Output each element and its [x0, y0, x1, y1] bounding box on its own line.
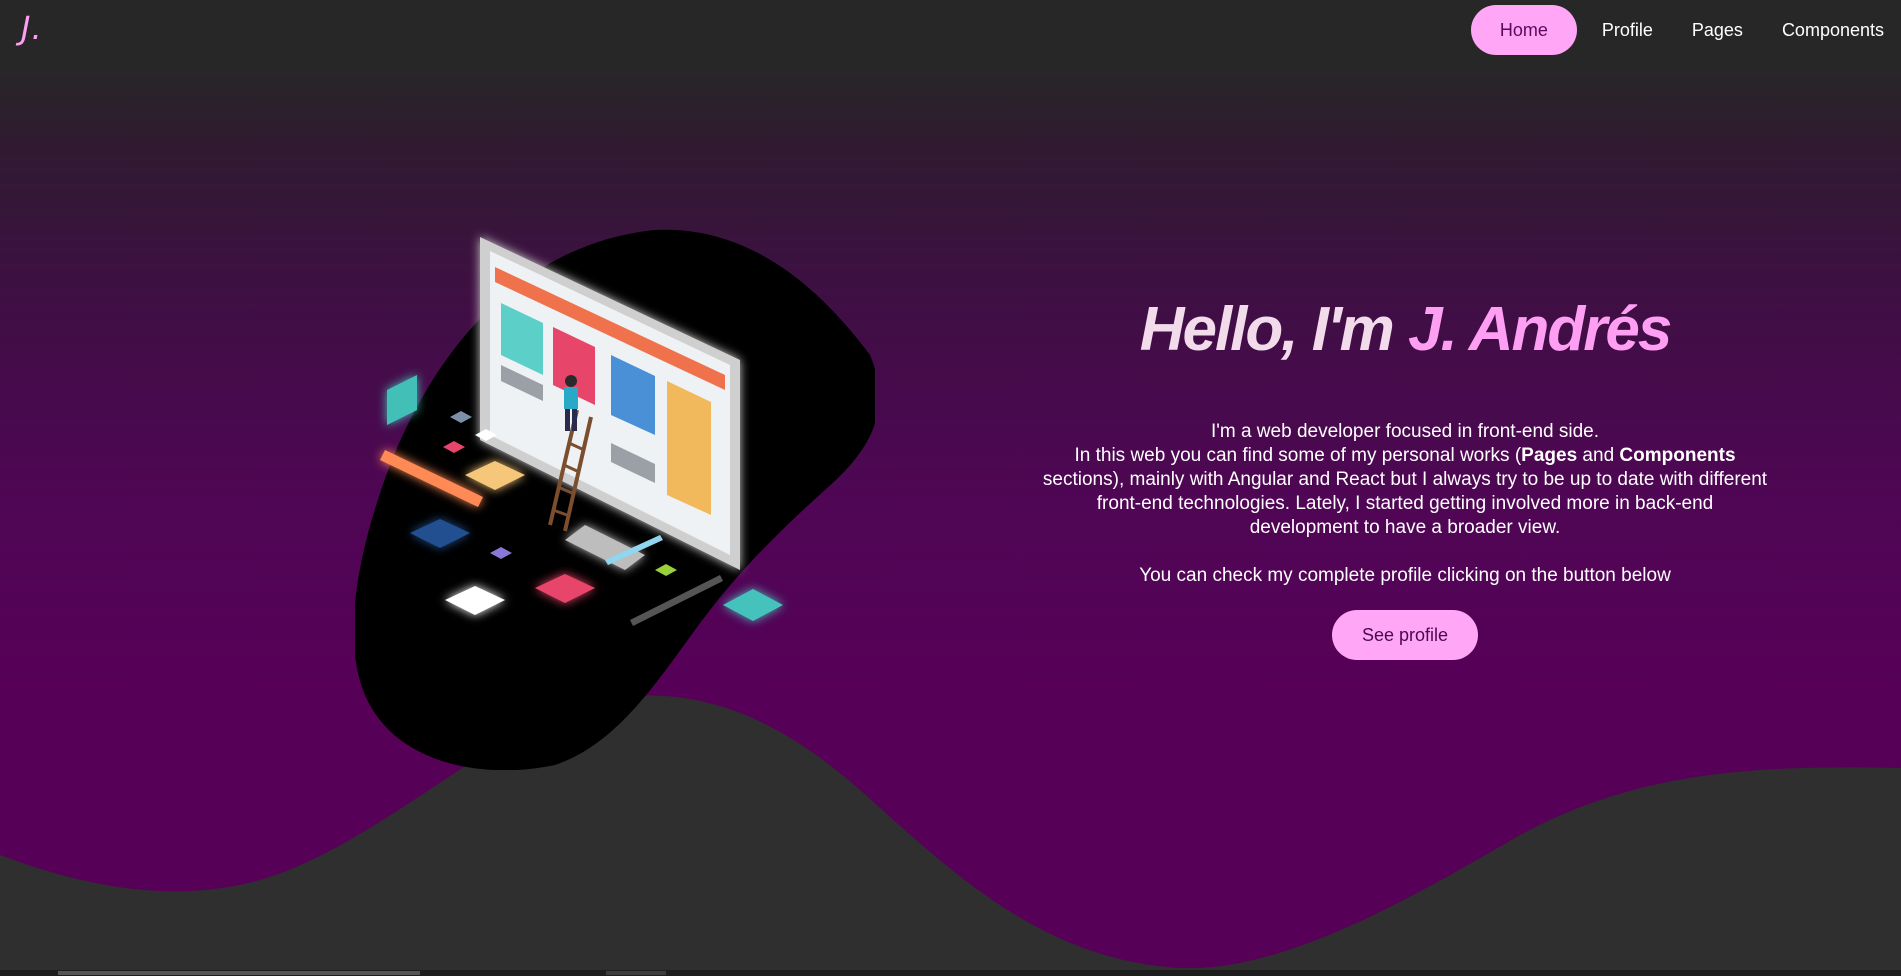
bottom-wave — [0, 695, 1901, 976]
hero-line-2a: In this web you can find some of my pers… — [1074, 445, 1522, 466]
hero-title: Hello, I'm J. Andrés — [1040, 290, 1770, 370]
hero-line-2and: and — [1577, 445, 1620, 466]
hero-components-bold: Components — [1619, 445, 1736, 466]
nav-links: Home Profile Pages Components — [1470, 5, 1901, 55]
nav-pages[interactable]: Pages — [1678, 5, 1757, 55]
scrollbar-thumb-secondary[interactable] — [606, 971, 666, 975]
hero-line-2b: sections), mainly with Angular and React… — [1042, 469, 1768, 538]
scrollbar-thumb[interactable] — [58, 971, 420, 975]
navbar: J. Home Profile Pages Components — [0, 0, 1901, 62]
see-profile-button[interactable]: See profile — [1331, 610, 1479, 660]
hero-line-1: I'm a web developer focused in front-end… — [1210, 421, 1600, 442]
logo[interactable]: J. — [21, 9, 43, 47]
nav-components[interactable]: Components — [1768, 5, 1898, 55]
nav-home[interactable]: Home — [1470, 5, 1577, 55]
hero-title-name: J. Andrés — [1408, 295, 1672, 364]
web-developer-illustration — [355, 229, 875, 770]
home-page: J. Home Profile Pages Components Hello, … — [0, 0, 1901, 976]
book-stack-icon — [723, 589, 783, 621]
hero-description: I'm a web developer focused in front-end… — [1040, 420, 1770, 588]
hero-section: Hello, I'm J. Andrés I'm a web developer… — [1040, 290, 1770, 660]
hero-pages-bold: Pages — [1521, 445, 1578, 466]
nav-profile[interactable]: Profile — [1588, 5, 1667, 55]
hero-line-3: You can check my complete profile clicki… — [1139, 565, 1671, 586]
hero-title-intro: Hello, I'm — [1139, 295, 1395, 364]
